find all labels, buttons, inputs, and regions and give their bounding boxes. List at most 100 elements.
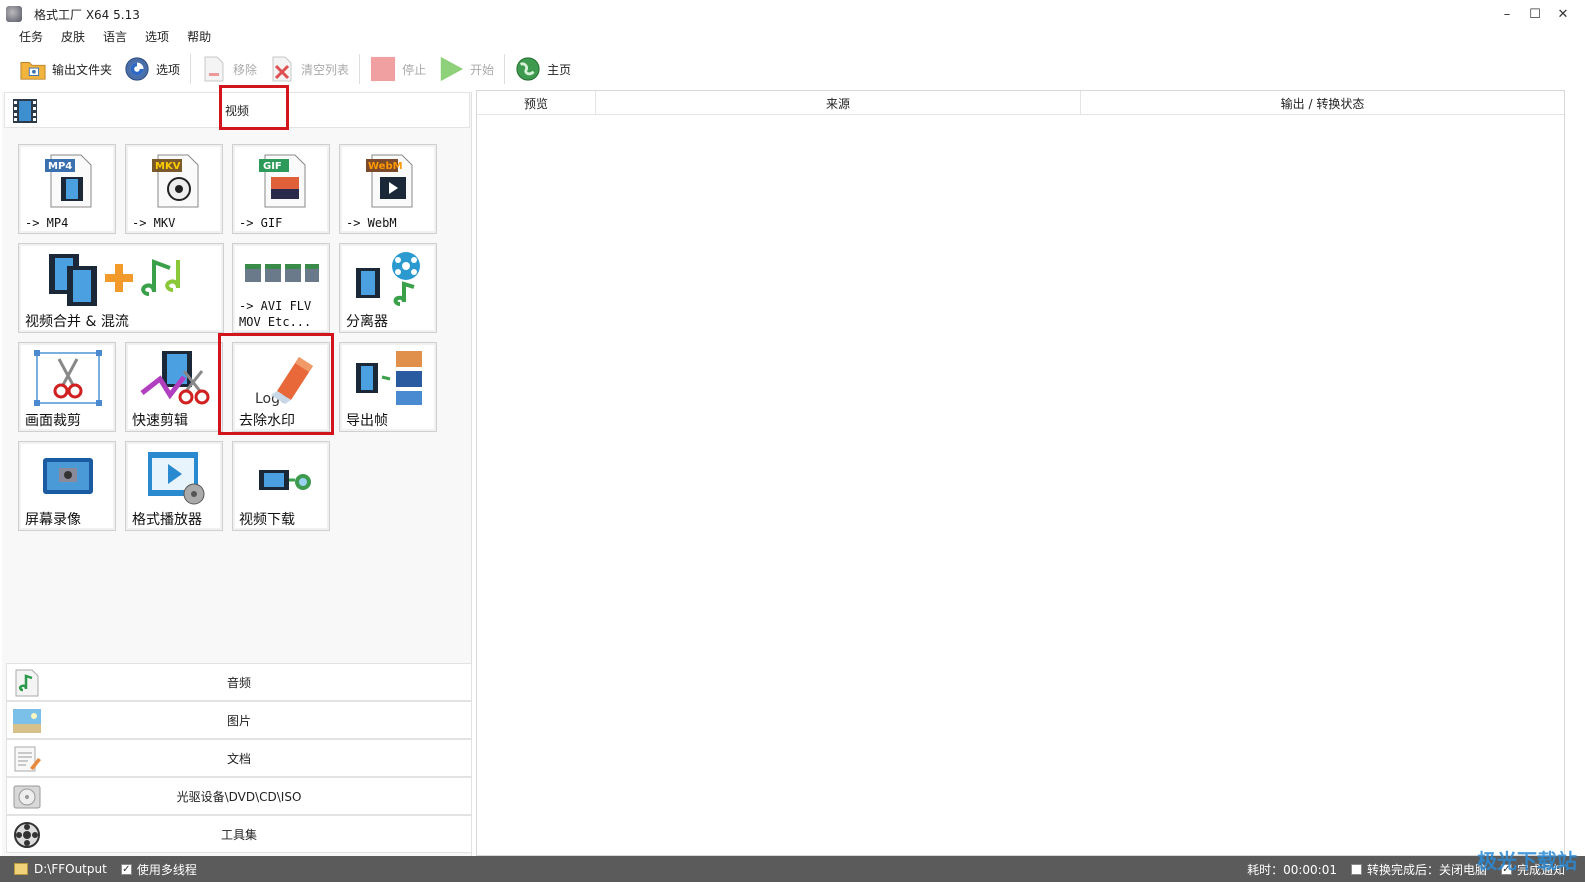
- tile-video-merge[interactable]: 视频合并 & 混流: [18, 243, 224, 333]
- film-icon: [11, 97, 39, 125]
- player-icon: [136, 448, 214, 506]
- remove-label: 移除: [233, 62, 258, 77]
- mp4-file-icon: MP4: [29, 151, 107, 209]
- output-path[interactable]: D:\FFOutput: [34, 862, 107, 876]
- clear-list-button[interactable]: 清空列表: [263, 52, 355, 86]
- column-preview[interactable]: 预览: [477, 91, 596, 115]
- options-label: 选项: [156, 62, 181, 77]
- other-formats-icon: [243, 250, 321, 290]
- column-output-status[interactable]: 输出 / 转换状态: [1081, 91, 1564, 115]
- category-document[interactable]: 文档: [6, 739, 472, 777]
- category-audio[interactable]: 音频: [6, 663, 472, 701]
- splitter-icon: [350, 250, 428, 308]
- menu-language[interactable]: 语言: [94, 28, 136, 46]
- title-bar: 格式工厂 X64 5.13 – ☐ ✕: [0, 0, 1585, 28]
- toolbar-separator: [359, 54, 361, 84]
- folder-icon: [20, 56, 46, 82]
- tile-player[interactable]: 格式播放器: [125, 441, 223, 531]
- folder-icon: [14, 863, 28, 875]
- tile-to-mkv[interactable]: MKV -> MKV: [125, 144, 223, 234]
- home-button[interactable]: 主页: [509, 52, 577, 86]
- play-icon: [438, 56, 464, 82]
- maximize-button[interactable]: ☐: [1521, 0, 1549, 28]
- tile-export-frames[interactable]: 导出帧: [339, 342, 437, 432]
- minimize-button[interactable]: –: [1493, 0, 1521, 28]
- site-watermark: 极光下载站: [1477, 849, 1577, 873]
- globe-icon: [515, 56, 541, 82]
- tile-label: -> MP4: [25, 216, 69, 230]
- tile-quick-clip[interactable]: 快速剪辑: [125, 342, 223, 432]
- tile-crop[interactable]: 画面裁剪: [18, 342, 116, 432]
- start-button[interactable]: 开始: [432, 52, 500, 86]
- svg-text:MKV: MKV: [155, 161, 181, 172]
- clear-list-label: 清空列表: [301, 62, 350, 77]
- after-done-checkbox[interactable]: [1350, 863, 1362, 875]
- close-button[interactable]: ✕: [1549, 0, 1577, 28]
- tile-label: -> GIF: [239, 216, 283, 230]
- category-label: 图片: [226, 713, 251, 728]
- tile-label: 格式播放器: [132, 512, 202, 528]
- toolbar: 输出文件夹 选项 移除 清空列表 停止 开始 主页: [0, 50, 1585, 88]
- category-label: 工具集: [220, 827, 257, 842]
- gear-icon: [124, 56, 150, 82]
- tile-label: -> WebM: [346, 216, 397, 230]
- stop-icon: [370, 56, 396, 82]
- menu-skin[interactable]: 皮肤: [52, 28, 94, 46]
- tile-to-webm[interactable]: WebM -> WebM: [339, 144, 437, 234]
- multithread-label: 使用多线程: [136, 862, 197, 877]
- remove-button[interactable]: 移除: [195, 52, 263, 86]
- highlight-video-category: [219, 85, 289, 130]
- tile-label: 屏幕录像: [25, 512, 81, 528]
- tile-label: 导出帧: [346, 413, 388, 429]
- category-label: 音频: [226, 675, 251, 690]
- task-list[interactable]: 预览 来源 输出 / 转换状态: [476, 90, 1565, 856]
- tile-label: 画面裁剪: [25, 413, 81, 429]
- multithread-checkbox[interactable]: ✓: [120, 863, 132, 875]
- tile-splitter[interactable]: 分离器: [339, 243, 437, 333]
- start-label: 开始: [470, 62, 495, 77]
- category-label: 光驱设备\DVD\CD\ISO: [176, 789, 302, 804]
- tile-other-formats[interactable]: -> AVI FLV MOV Etc...: [232, 243, 330, 333]
- menu-help[interactable]: 帮助: [178, 28, 220, 46]
- menu-bar: 任务 皮肤 语言 选项 帮助: [10, 28, 220, 46]
- category-image[interactable]: 图片: [6, 701, 472, 739]
- tile-label: -> AVI FLV MOV Etc...: [239, 299, 312, 329]
- export-frames-icon: [350, 349, 428, 407]
- crop-icon: [29, 349, 107, 407]
- after-done-label: 转换完成后：关闭电脑: [1366, 862, 1487, 877]
- video-download-icon: [243, 448, 321, 506]
- menu-options[interactable]: 选项: [136, 28, 178, 46]
- window-title: 格式工厂 X64 5.13: [34, 7, 140, 22]
- tile-screen-record[interactable]: 屏幕录像: [18, 441, 116, 531]
- tile-to-mp4[interactable]: MP4 -> MP4: [18, 144, 116, 234]
- svg-text:MP4: MP4: [48, 161, 72, 172]
- gif-file-icon: GIF: [243, 151, 321, 209]
- options-button[interactable]: 选项: [118, 52, 186, 86]
- category-label: 文档: [226, 751, 251, 766]
- tile-label: 视频合并 & 混流: [25, 314, 129, 330]
- category-panel: 视频 MP4 -> MP4 MKV -> MKV GIF -> GIF WebM…: [2, 92, 472, 856]
- output-folder-label: 输出文件夹: [52, 62, 113, 77]
- tile-label: -> MKV: [132, 216, 176, 230]
- toolbar-separator: [504, 54, 506, 84]
- stop-label: 停止: [402, 62, 427, 77]
- video-merge-icon: [39, 250, 219, 308]
- webm-file-icon: WebM: [350, 151, 428, 209]
- window-controls: – ☐ ✕: [1493, 0, 1577, 28]
- mkv-file-icon: MKV: [136, 151, 214, 209]
- highlight-remove-watermark: [218, 333, 334, 435]
- menu-task[interactable]: 任务: [10, 28, 52, 46]
- output-folder-button[interactable]: 输出文件夹: [14, 52, 118, 86]
- quick-clip-icon: [136, 349, 214, 407]
- list-header: 预览 来源 输出 / 转换状态: [477, 91, 1564, 115]
- stop-button[interactable]: 停止: [364, 52, 432, 86]
- tile-video-download[interactable]: 视频下载: [232, 441, 330, 531]
- tile-label: 视频下载: [239, 512, 295, 528]
- column-source[interactable]: 来源: [596, 91, 1081, 115]
- tile-label: 分离器: [346, 314, 388, 330]
- status-bar: D:\FFOutput ✓ 使用多线程 耗时：00:00:01 转换完成后：关闭…: [0, 856, 1585, 882]
- tile-to-gif[interactable]: GIF -> GIF: [232, 144, 330, 234]
- clear-list-icon: [269, 56, 295, 82]
- category-tools[interactable]: 工具集: [6, 815, 472, 853]
- category-disc[interactable]: 光驱设备\DVD\CD\ISO: [6, 777, 472, 815]
